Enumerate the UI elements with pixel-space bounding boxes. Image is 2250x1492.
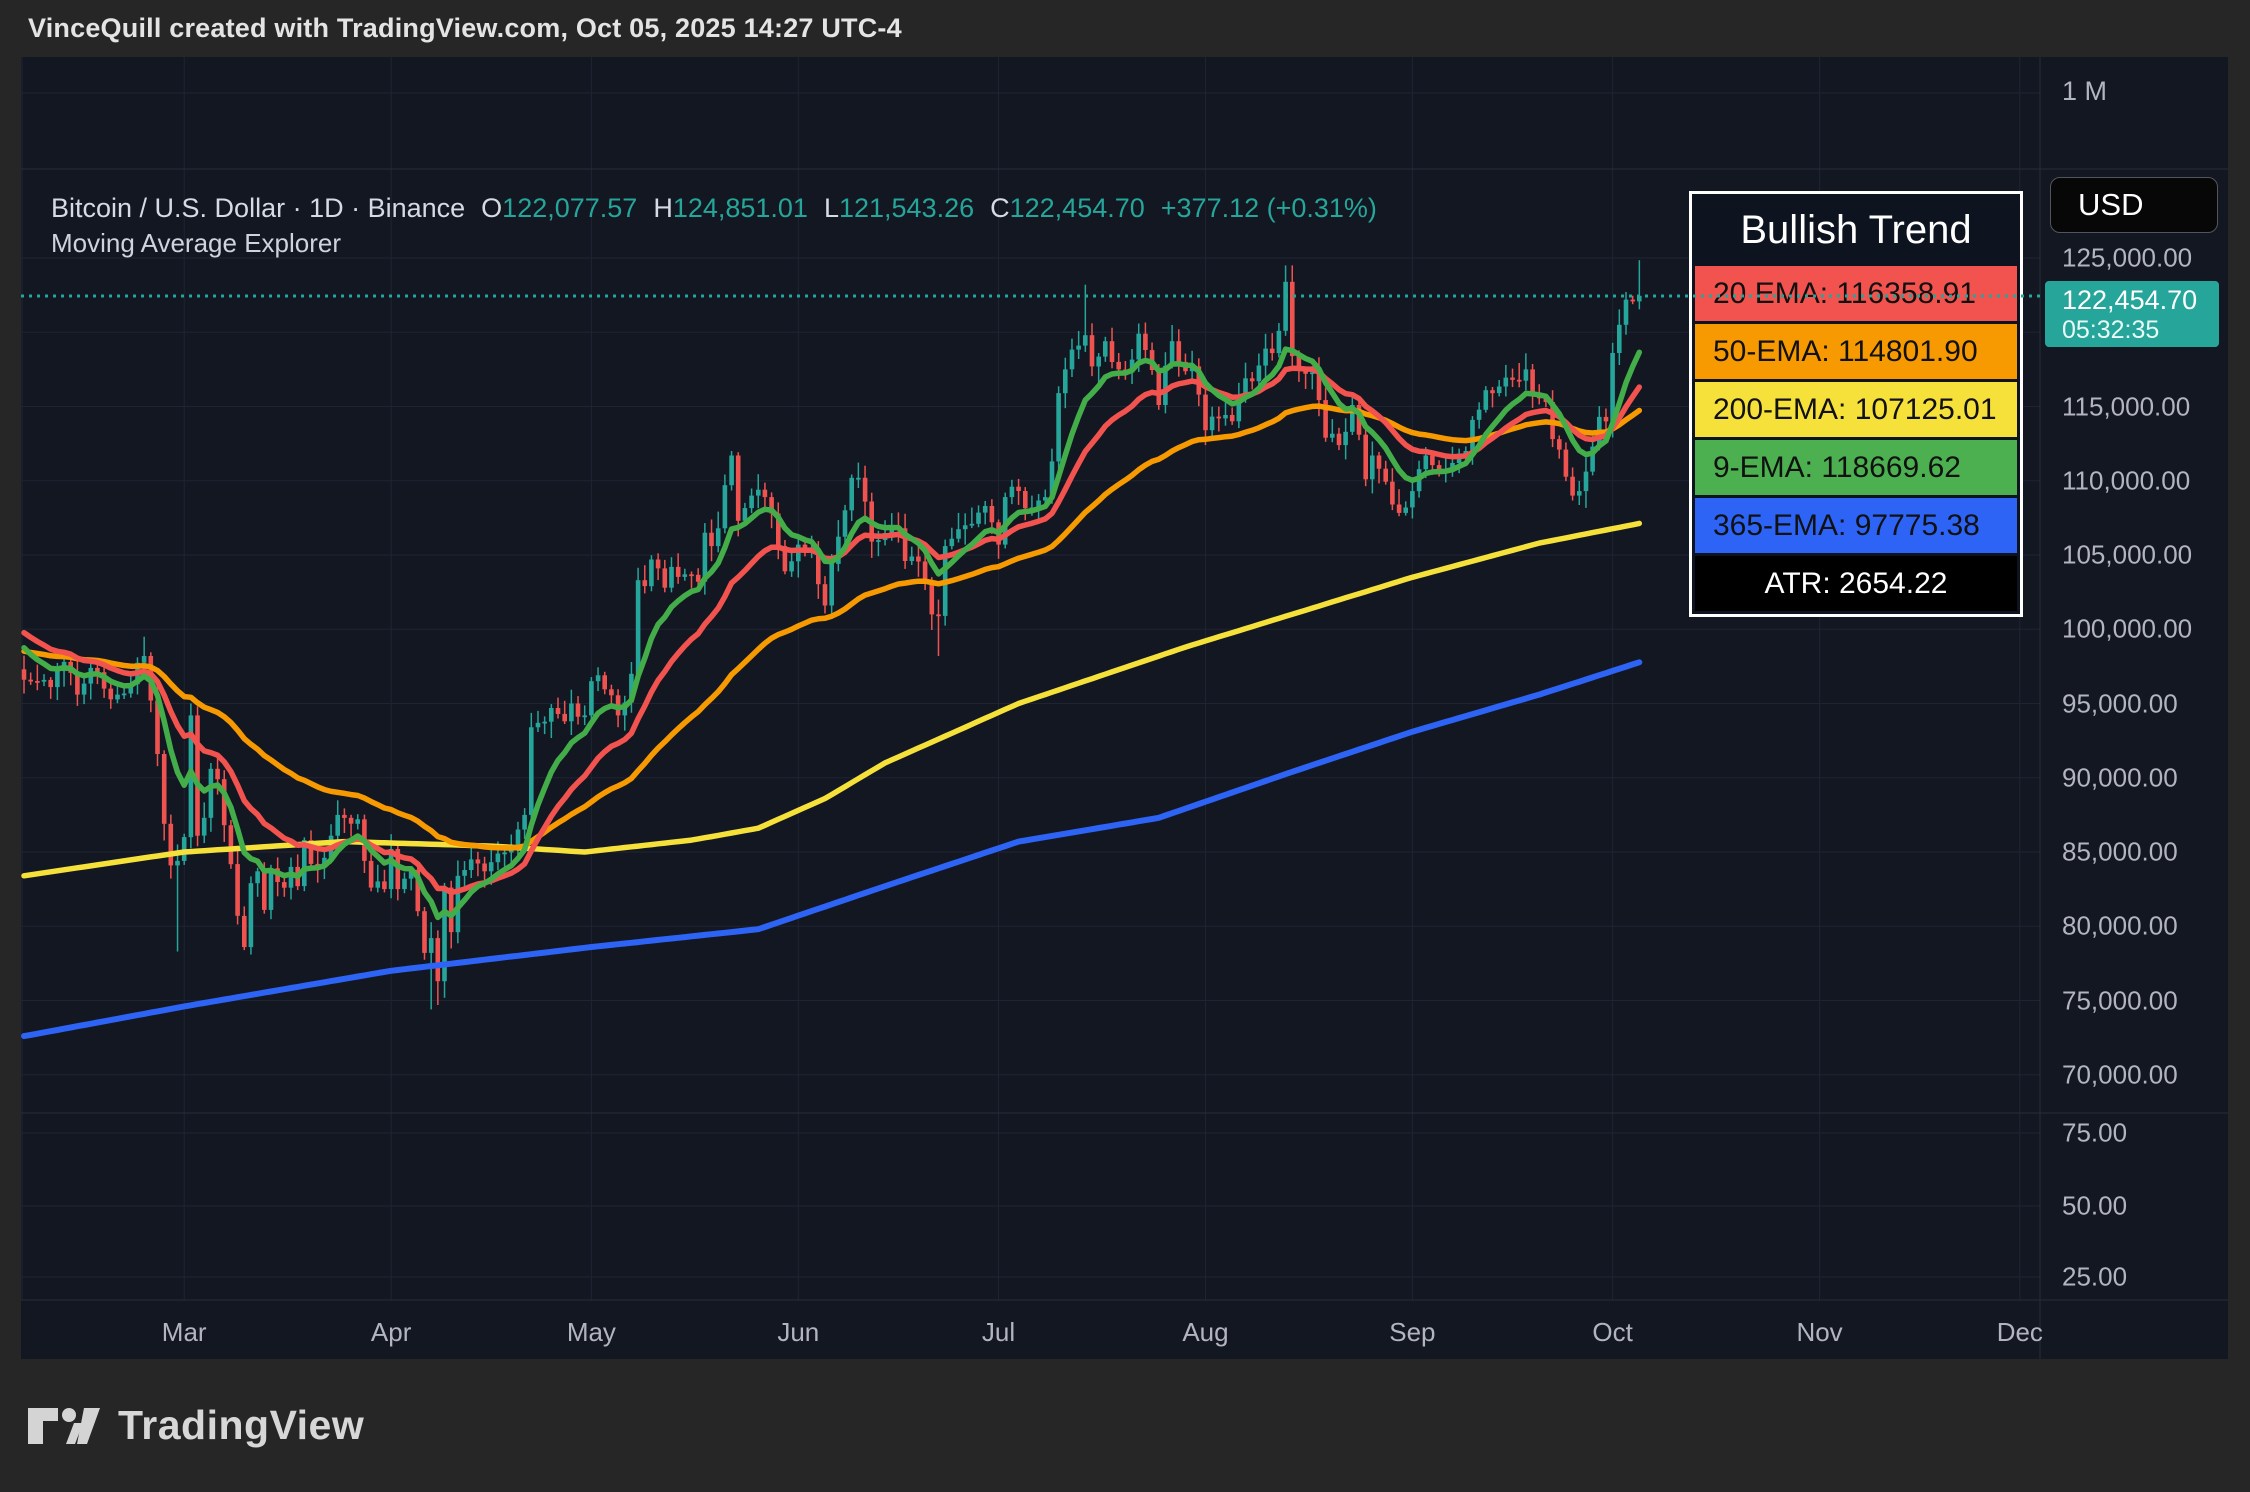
month-label-apr: Apr bbox=[370, 1317, 412, 1347]
high-label: H bbox=[653, 193, 673, 223]
legend-row-20-ema: 20 EMA: 116358.91 bbox=[1695, 266, 2017, 321]
month-label-dec: Dec bbox=[1996, 1317, 2043, 1347]
footer: TradingView bbox=[0, 1359, 2250, 1492]
month-label-mar: Mar bbox=[161, 1317, 207, 1347]
price-label-80k: 80,000.00 bbox=[2062, 910, 2178, 941]
price-label-115k: 115,000.00 bbox=[2062, 391, 2191, 421]
month-label-may: May bbox=[566, 1317, 616, 1347]
change-value: +377.12 (+0.31%) bbox=[1160, 193, 1377, 223]
low-value: 121,543.26 bbox=[838, 193, 975, 223]
50-ema-line bbox=[21, 403, 1643, 851]
symbol-title: Bitcoin / U.S. Dollar · 1D · Binance bbox=[51, 193, 466, 223]
legend-row-atr: ATR: 2654.22 bbox=[1695, 556, 2017, 611]
atr-scale-label-50.00: 50.00 bbox=[2062, 1190, 2128, 1221]
high-value: 124,851.01 bbox=[672, 193, 808, 223]
open-label: O bbox=[481, 193, 503, 223]
close-value: 122,454.70 bbox=[1009, 193, 1145, 223]
price-label-75k: 75,000.00 bbox=[2062, 985, 2178, 1015]
month-label-oct: Oct bbox=[1592, 1317, 1633, 1347]
currency-toggle-label: USD bbox=[2078, 187, 2144, 222]
tradingview-brand-text[interactable]: TradingView bbox=[118, 1402, 364, 1449]
ma-explorer-legend: Bullish Trend 20 EMA: 116358.91 50-EMA: 1… bbox=[1689, 191, 2023, 617]
legend-row-9-ema: 9-EMA: 118669.62 bbox=[1695, 440, 2017, 495]
price-label-95k: 95,000.00 bbox=[2062, 688, 2178, 718]
close-label: C bbox=[990, 193, 1010, 223]
month-label-jun: Jun bbox=[777, 1317, 820, 1347]
legend-rows: 20 EMA: 116358.91 50-EMA: 114801.90 200-EM… bbox=[1695, 266, 2017, 611]
tradingview-logo-icon[interactable] bbox=[26, 1406, 104, 1446]
tradingview-screenshot: VinceQuill created with TradingView.com,… bbox=[0, 0, 2250, 1492]
bar-countdown: 05:32:35 bbox=[2062, 316, 2160, 344]
price-label-105k: 105,000.00 bbox=[2062, 539, 2193, 570]
price-label-70k: 70,000.00 bbox=[2062, 1059, 2178, 1090]
price-label-90k: 90,000.00 bbox=[2062, 762, 2178, 793]
legend-row-50-ema: 50-EMA: 114801.90 bbox=[1695, 324, 2017, 379]
price-label-100k: 100,000.00 bbox=[2062, 613, 2193, 644]
legend-row-200-ema: 200-EMA: 107125.01 bbox=[1695, 382, 2017, 437]
price-label-110k: 110,000.00 bbox=[2062, 465, 2191, 496]
indicator-title[interactable]: Moving Average Explorer bbox=[51, 228, 341, 259]
timeframe-label: 1 M bbox=[2062, 76, 2108, 106]
attribution-text: VinceQuill created with TradingView.com,… bbox=[28, 13, 902, 43]
price-label-125k: 125,000.00 bbox=[2062, 242, 2193, 273]
last-price-badge: 122,454.70 05:32:35 bbox=[2045, 281, 2219, 347]
month-label-sep: Sep bbox=[1389, 1317, 1436, 1347]
20-ema-line bbox=[21, 365, 1643, 896]
atr-scale-label-75.00: 75.00 bbox=[2062, 1117, 2128, 1148]
low-label: L bbox=[823, 193, 839, 223]
month-label-jul: Jul bbox=[981, 1317, 1016, 1347]
symbol-header[interactable]: Bitcoin / U.S. Dollar · 1D · Binance O122… bbox=[51, 190, 1377, 226]
price-label-85k: 85,000.00 bbox=[2062, 836, 2178, 867]
last-price-value: 122,454.70 bbox=[2062, 285, 2198, 315]
attribution-bar: VinceQuill created with TradingView.com,… bbox=[0, 0, 2250, 57]
currency-toggle-button[interactable]: USD bbox=[2050, 177, 2218, 233]
open-value: 122,077.57 bbox=[502, 193, 638, 223]
month-label-aug: Aug bbox=[1182, 1317, 1229, 1347]
atr-scale-label-25.00: 25.00 bbox=[2062, 1261, 2128, 1292]
candlestick-series bbox=[21, 260, 1642, 1010]
month-label-nov: Nov bbox=[1796, 1317, 1843, 1347]
trend-status-label: Bullish Trend bbox=[1740, 207, 1972, 252]
legend-row-365-ema: 365-EMA: 97775.38 bbox=[1695, 498, 2017, 553]
